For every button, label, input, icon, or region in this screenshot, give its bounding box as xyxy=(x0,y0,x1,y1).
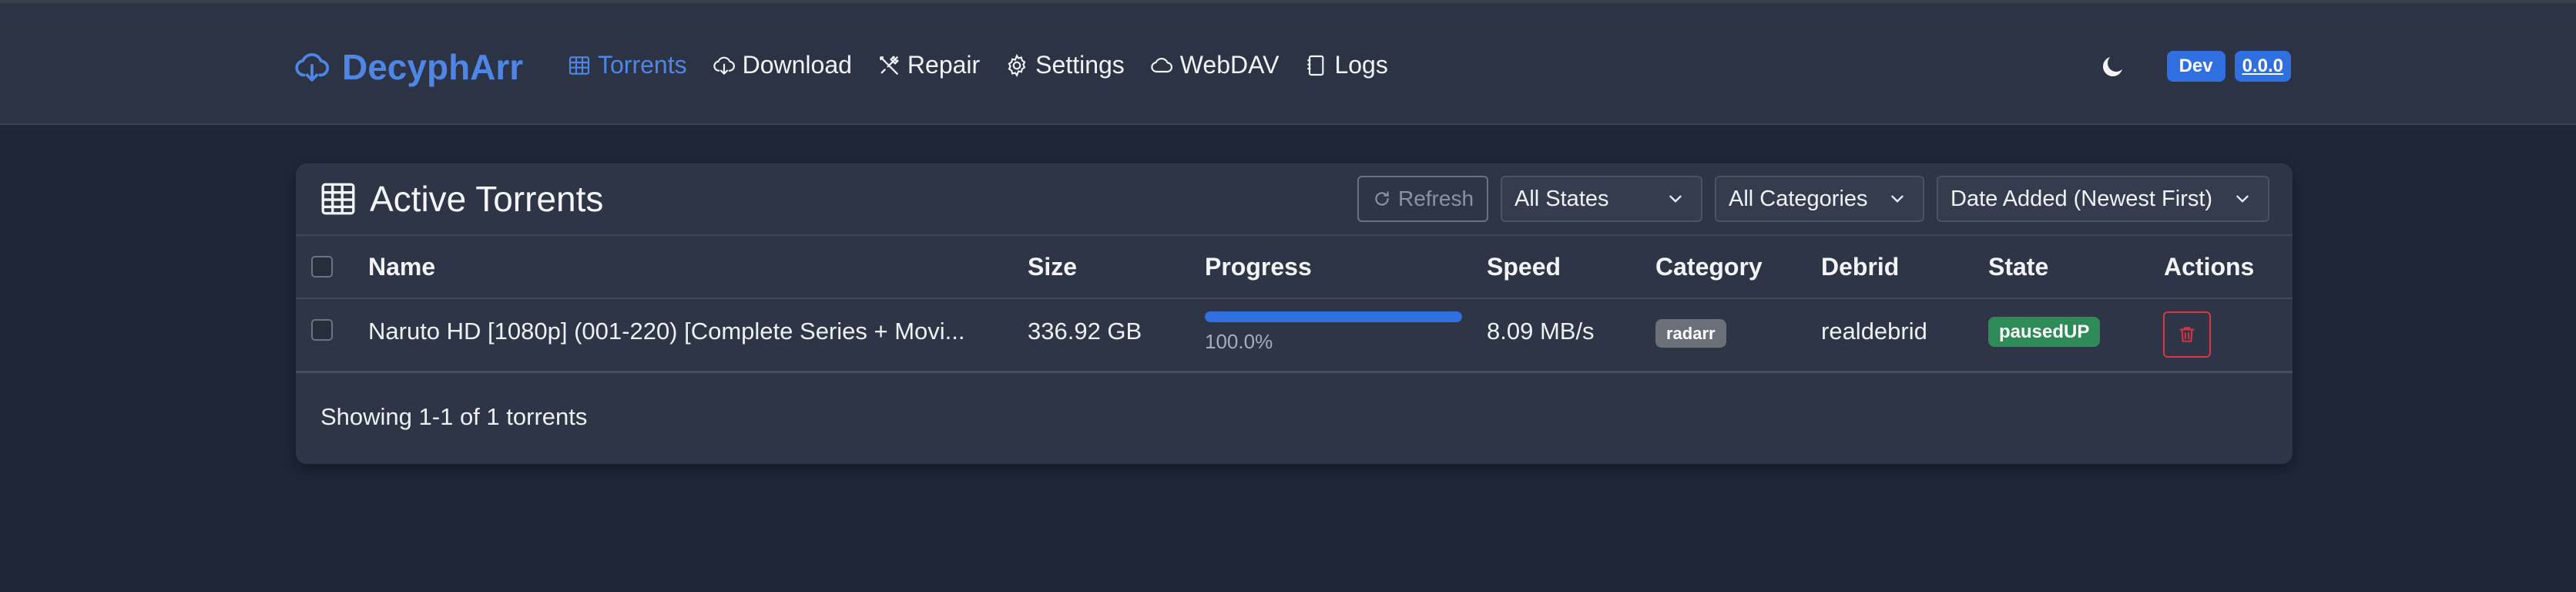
sort-select[interactable]: Date Added (Newest First) xyxy=(1937,176,2269,222)
nav-label-webdav: WebDAV xyxy=(1179,51,1280,79)
version-badge[interactable]: 0.0.0 xyxy=(2234,51,2291,82)
card-header: Active Torrents Refresh All States All C… xyxy=(296,163,2293,236)
nav-item-download[interactable]: Download xyxy=(712,51,852,79)
progress-track xyxy=(1205,311,1462,322)
torrent-size: 336.92 GB xyxy=(1028,318,1142,345)
brand-name: DecyphArr xyxy=(342,47,524,87)
row-checkbox[interactable] xyxy=(311,319,333,341)
table-row[interactable]: Naruto HD [1080p] (001-220) [Complete Se… xyxy=(296,299,2293,373)
nav-item-repair[interactable]: Repair xyxy=(877,51,980,79)
cloud-download-logo-icon xyxy=(295,53,330,82)
select-all-checkbox[interactable] xyxy=(311,256,333,278)
torrent-speed: 8.09 MB/s xyxy=(1487,318,1595,345)
state-filter-select[interactable]: All States xyxy=(1501,176,1702,222)
refresh-button[interactable]: Refresh xyxy=(1357,176,1488,222)
torrents-card: Active Torrents Refresh All States All C… xyxy=(296,163,2293,464)
navbar: DecyphArr Torrents Download Repair Setti… xyxy=(0,3,2576,125)
column-header-debrid[interactable]: Debrid xyxy=(1821,253,1899,281)
nav-label-repair: Repair xyxy=(907,51,981,79)
env-badge: Dev xyxy=(2166,51,2225,82)
column-header-name[interactable]: Name xyxy=(368,253,435,281)
table-icon xyxy=(569,56,590,75)
column-header-category[interactable]: Category xyxy=(1655,253,1763,281)
nav-label-torrents: Torrents xyxy=(598,51,687,79)
category-filter-select[interactable]: All Categories xyxy=(1715,176,1924,222)
column-header-progress[interactable]: Progress xyxy=(1205,253,1312,281)
pagination-summary: Showing 1-1 of 1 torrents xyxy=(320,403,588,430)
refresh-icon xyxy=(1375,191,1389,206)
progress-text: 100.0% xyxy=(1205,330,1273,353)
category-badge: radarr xyxy=(1655,319,1726,348)
cloud-download-icon xyxy=(713,56,735,75)
nav-item-settings[interactable]: Settings xyxy=(1005,51,1125,79)
category-cell: radarr xyxy=(1655,318,1726,348)
sort-value: Date Added (Newest First) xyxy=(1950,186,2213,211)
state-cell: pausedUP xyxy=(1988,316,2101,347)
cloud-icon xyxy=(1151,57,1172,72)
chevron-down-icon xyxy=(1891,195,1903,203)
main-nav: Torrents Download Repair Settings WebDAV… xyxy=(567,51,1388,79)
nav-label-download: Download xyxy=(742,51,852,79)
chevron-down-icon xyxy=(2236,195,2249,203)
nav-item-webdav[interactable]: WebDAV xyxy=(1149,51,1280,79)
nav-item-torrents[interactable]: Torrents xyxy=(567,51,687,79)
delete-button[interactable] xyxy=(2163,311,2211,358)
moon-icon[interactable] xyxy=(2099,52,2127,80)
nav-item-logs[interactable]: Logs xyxy=(1303,51,1388,79)
brand[interactable]: DecyphArr xyxy=(293,46,523,88)
torrent-name: Naruto HD [1080p] (001-220) [Complete Se… xyxy=(368,318,965,345)
tools-icon xyxy=(880,55,899,75)
state-badge: pausedUP xyxy=(1988,317,2101,347)
column-header-speed[interactable]: Speed xyxy=(1487,253,1561,281)
column-header-actions: Actions xyxy=(2164,252,2255,281)
refresh-label: Refresh xyxy=(1397,187,1474,210)
table-footer: Showing 1-1 of 1 torrents xyxy=(296,373,2293,461)
torrent-debrid: realdebrid xyxy=(1821,318,1927,345)
column-header-state[interactable]: State xyxy=(1988,253,2048,281)
card-title-text: Active Torrents xyxy=(370,179,604,219)
torrent-progress: 100.0% xyxy=(1205,311,1462,354)
nav-label-logs: Logs xyxy=(1334,51,1388,79)
navbar-right: Dev 0.0.0 xyxy=(2099,51,2291,82)
state-filter-value: All States xyxy=(1514,186,1609,211)
table-icon xyxy=(321,183,355,215)
nav-label-settings: Settings xyxy=(1035,51,1125,79)
chevron-down-icon xyxy=(1669,195,1682,203)
gear-icon xyxy=(1008,53,1026,77)
card-title: Active Torrents xyxy=(319,178,603,220)
progress-fill xyxy=(1205,311,1462,322)
card-controls: Refresh All States All Categories Date A… xyxy=(1357,176,2269,222)
category-filter-value: All Categories xyxy=(1729,186,1868,211)
trash-icon xyxy=(2179,327,2195,342)
table-header: Name Size Progress Speed Category Debrid… xyxy=(296,236,2293,299)
column-header-size[interactable]: Size xyxy=(1028,253,1077,281)
journal-icon xyxy=(1307,55,1324,76)
